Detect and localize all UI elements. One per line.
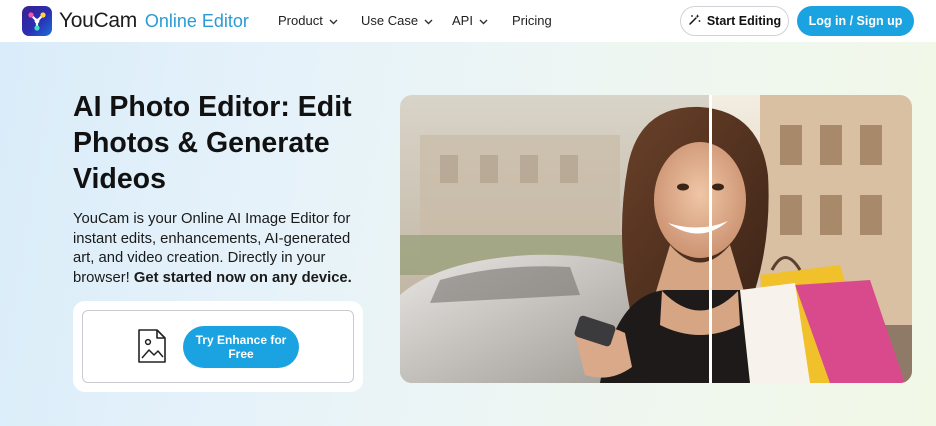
hero-title: AI Photo Editor: Edit Photos & Generate … xyxy=(73,91,352,195)
try-enhance-label: Try Enhance for Free xyxy=(195,333,287,361)
upload-dropzone[interactable]: Try Enhance for Free xyxy=(82,310,354,383)
hero-description-bold: Get started now on any device. xyxy=(133,269,352,286)
hero-description: YouCam is your Online AI Image Editor fo… xyxy=(73,210,365,288)
hero-before-after-image xyxy=(400,95,912,383)
chevron-down-icon xyxy=(329,13,338,29)
magic-wand-icon xyxy=(688,13,707,29)
before-after-photo xyxy=(400,95,912,383)
start-editing-label: Start Editing xyxy=(706,14,782,28)
nav-item-api[interactable]: API xyxy=(452,13,488,29)
nav-item-label: Product xyxy=(278,13,323,28)
nav-item-use-case[interactable]: Use Case xyxy=(361,13,433,29)
nav-item-label: Pricing xyxy=(512,13,552,28)
product-label: Online Editor xyxy=(144,11,249,31)
nav-item-label: Use Case xyxy=(361,13,419,28)
brand-label: YouCam xyxy=(59,9,137,32)
login-signup-button[interactable]: Log in / Sign up xyxy=(797,6,914,36)
youcam-logo-icon[interactable] xyxy=(22,6,52,36)
try-enhance-button[interactable]: Try Enhance for Free xyxy=(183,326,299,368)
chevron-down-icon xyxy=(479,13,488,29)
upload-card: Try Enhance for Free xyxy=(73,301,363,392)
image-upload-icon xyxy=(137,328,167,364)
nav-item-product[interactable]: Product xyxy=(278,13,338,29)
chevron-down-icon xyxy=(424,13,433,29)
top-navigation-bar: YouCam Online Editor Product Use Case AP… xyxy=(0,0,936,42)
start-editing-button[interactable]: Start Editing xyxy=(680,6,789,36)
nav-item-pricing[interactable]: Pricing xyxy=(512,13,552,29)
nav-item-label: API xyxy=(452,13,473,28)
brand-name[interactable]: YouCam Online Editor xyxy=(59,9,249,33)
login-signup-label: Log in / Sign up xyxy=(808,14,903,28)
